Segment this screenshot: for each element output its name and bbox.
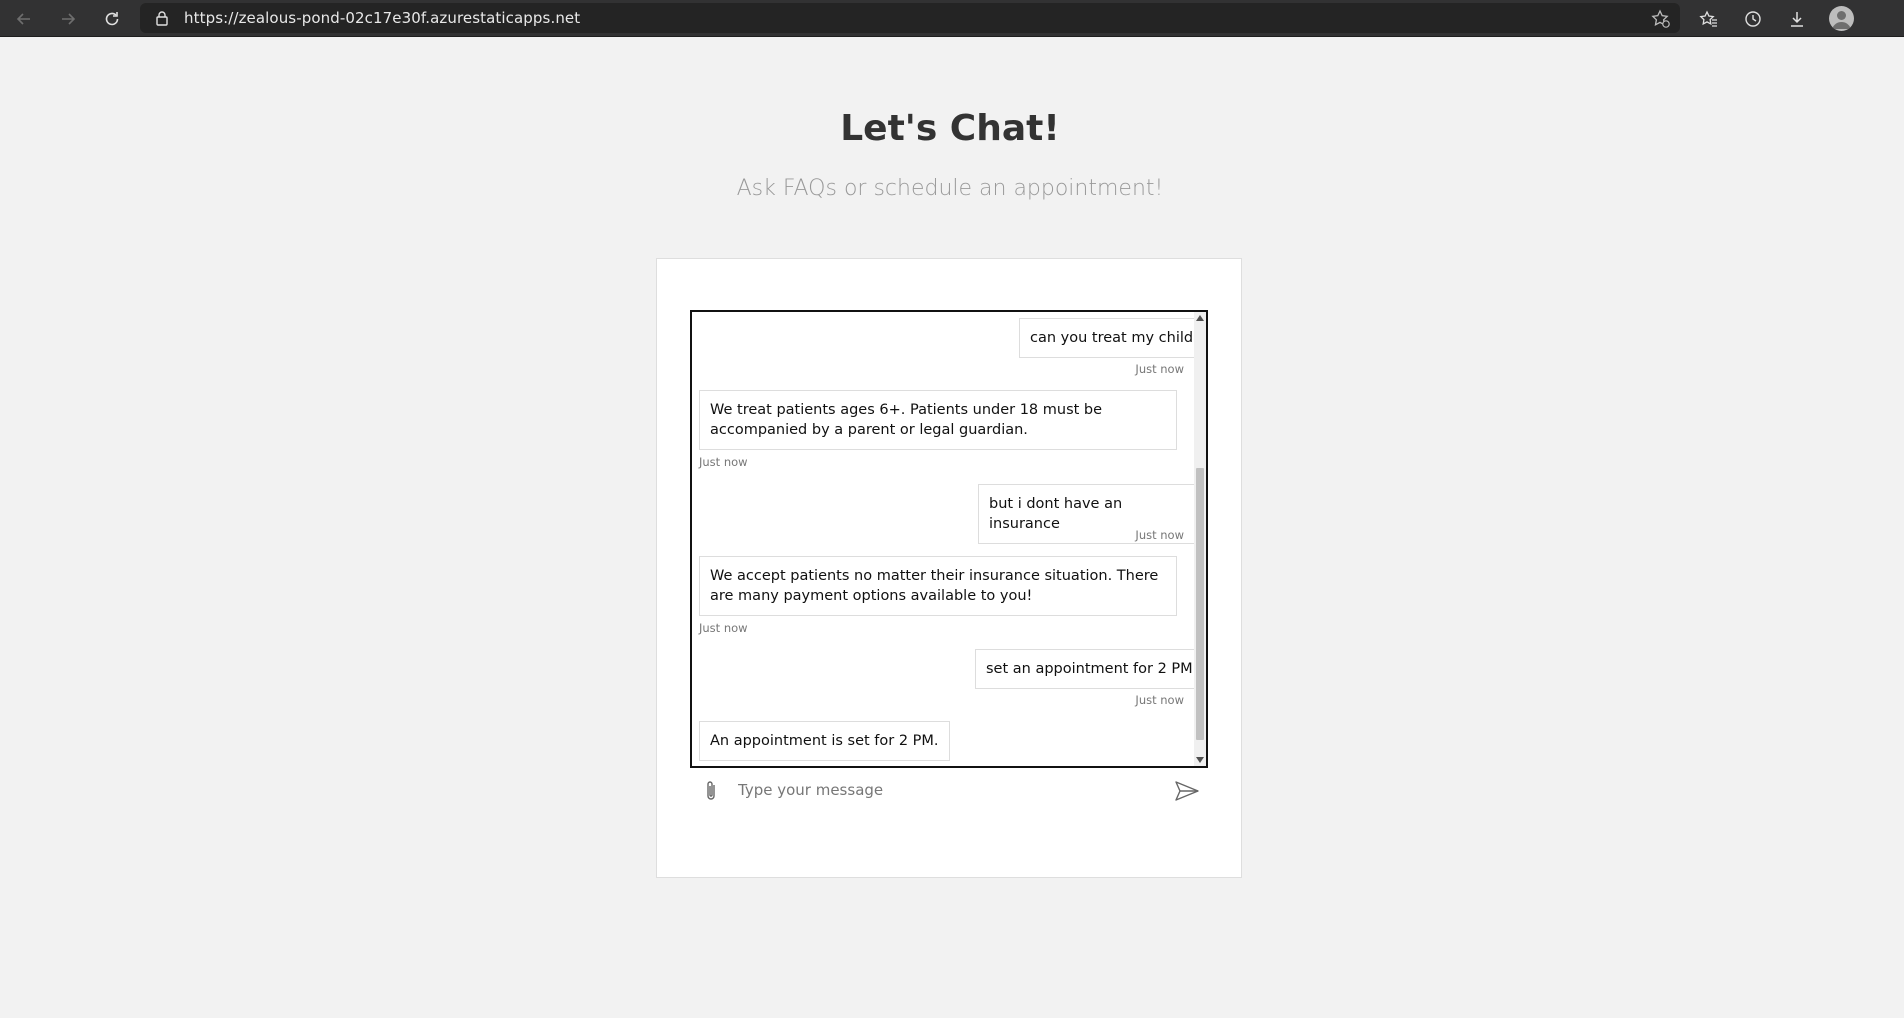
bot-message: An appointment is set for 2 PM. xyxy=(699,721,950,761)
message-input[interactable] xyxy=(738,778,1138,802)
scroll-down-arrow-icon[interactable] xyxy=(1194,754,1206,766)
user-message: can you treat my child xyxy=(1019,318,1205,358)
url-text: https://zealous-pond-02c17e30f.azurestat… xyxy=(184,9,581,27)
message-timestamp: Just now xyxy=(1135,693,1184,707)
send-icon[interactable] xyxy=(1174,780,1200,802)
message-timestamp: Just now xyxy=(1135,362,1184,376)
bot-message: We treat patients ages 6+. Patients unde… xyxy=(699,390,1177,450)
page-subtitle: Ask FAQs or schedule an appointment! xyxy=(736,176,1164,201)
reload-icon[interactable] xyxy=(98,5,126,33)
chat-window[interactable]: can you treat my child Just now We treat… xyxy=(690,310,1208,768)
chat-scrollbar[interactable] xyxy=(1194,312,1206,766)
message-timestamp: Just now xyxy=(699,621,748,635)
favorites-icon[interactable] xyxy=(1696,6,1722,32)
scroll-up-arrow-icon[interactable] xyxy=(1194,312,1206,324)
message-composer xyxy=(690,770,1208,810)
message-timestamp: Just now xyxy=(699,455,748,469)
user-message: set an appointment for 2 PM xyxy=(975,649,1204,689)
page-title: Let's Chat! xyxy=(840,108,1060,149)
message-timestamp: Just now xyxy=(1135,528,1184,542)
bot-message: We accept patients no matter their insur… xyxy=(699,556,1177,616)
history-icon[interactable] xyxy=(1740,6,1766,32)
profile-icon[interactable] xyxy=(1829,6,1854,31)
back-arrow-icon[interactable] xyxy=(10,5,38,33)
browser-toolbar: https://zealous-pond-02c17e30f.azurestat… xyxy=(0,0,1904,37)
paperclip-icon[interactable] xyxy=(701,779,721,803)
forward-arrow-icon[interactable] xyxy=(54,5,82,33)
address-bar[interactable]: https://zealous-pond-02c17e30f.azurestat… xyxy=(140,3,1680,33)
add-favorite-icon[interactable] xyxy=(1650,8,1672,30)
lock-icon xyxy=(156,11,168,26)
download-icon[interactable] xyxy=(1784,6,1810,32)
scroll-thumb[interactable] xyxy=(1196,468,1204,740)
